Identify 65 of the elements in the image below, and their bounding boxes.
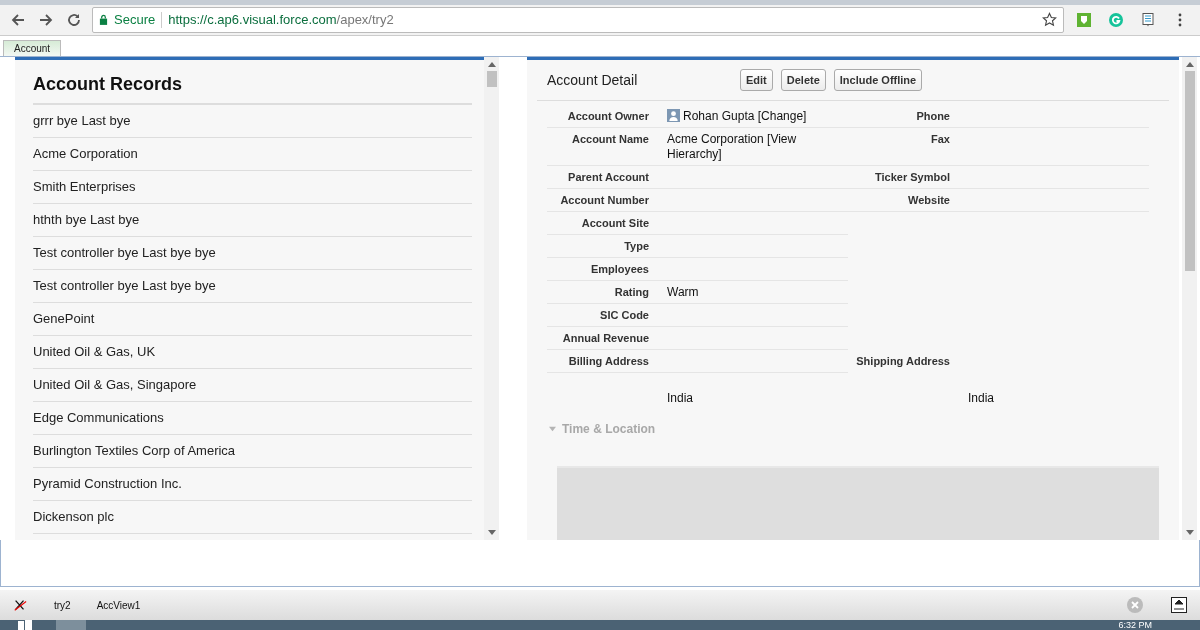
field-value: Acme Corporation [View Hierarchy]: [667, 131, 798, 162]
secure-label: Secure: [114, 12, 156, 28]
record-item[interactable]: United Oil & Gas, Singapore: [33, 368, 472, 402]
address-value: India: [667, 390, 695, 406]
field-label: Parent Account: [567, 169, 650, 185]
scroll-thumb[interactable]: [486, 70, 497, 87]
field-label: Annual Revenue: [561, 330, 650, 346]
record-item[interactable]: Burlington Textiles Corp of America: [33, 434, 472, 468]
x-logo-icon[interactable]: [12, 598, 28, 613]
record-item[interactable]: United Oil & Gas, UK: [33, 335, 472, 369]
reload-icon[interactable]: [66, 11, 82, 28]
scroll-up-icon[interactable]: [1185, 60, 1194, 67]
triangle-icon: [549, 425, 556, 433]
scroll-down-icon[interactable]: [487, 529, 496, 536]
star-icon[interactable]: [1042, 12, 1057, 28]
scrollbar[interactable]: [1182, 56, 1197, 540]
forward-icon[interactable]: [38, 11, 54, 28]
records-title: Account Records: [33, 59, 472, 105]
field-label: Type: [623, 238, 650, 254]
field-label: SIC Code: [599, 307, 650, 323]
scrollbar[interactable]: [484, 56, 499, 540]
address-bar[interactable]: Secure https://c.ap6.visual.force.com/apex/try2: [92, 6, 1064, 33]
detail-title: Account Detail: [547, 71, 639, 88]
action-button[interactable]: Include Offline: [833, 68, 923, 91]
field-label: Ticker Symbol: [874, 169, 951, 185]
record-item[interactable]: Test controller bye Last bye bye: [33, 269, 472, 303]
action-button[interactable]: Delete: [780, 68, 826, 91]
url-text: https://c.ap6.visual.force.com/apex/try2: [168, 12, 395, 28]
account-tab[interactable]: Account: [3, 39, 62, 56]
back-icon[interactable]: [10, 11, 26, 28]
action-button[interactable]: Edit: [740, 68, 773, 91]
clock: 6:32 PM: [1118, 620, 1152, 630]
record-item[interactable]: hthth bye Last bye: [33, 203, 472, 237]
address-value: India: [968, 390, 996, 406]
scroll-thumb[interactable]: [1184, 70, 1195, 271]
field-value: Warm: [667, 284, 699, 300]
field-label: Account Number: [559, 192, 650, 208]
upload-icon[interactable]: [1170, 596, 1188, 615]
field-label: Account Owner: [566, 108, 650, 124]
field-label: Website: [907, 192, 951, 208]
field-label: Fax: [930, 131, 951, 147]
user-avatar-icon: [667, 108, 680, 122]
field-label: Billing Address: [567, 353, 650, 369]
record-item[interactable]: Edge Communications: [33, 401, 472, 435]
record-item[interactable]: GenePoint: [33, 302, 472, 336]
field-label: Phone: [915, 108, 951, 124]
field-label: Employees: [589, 261, 650, 277]
record-item[interactable]: Dickenson plc: [33, 500, 472, 534]
scroll-down-icon[interactable]: [1185, 529, 1194, 536]
page-link[interactable]: AccView1: [96, 599, 141, 611]
record-item[interactable]: Acme Corporation: [33, 137, 472, 171]
shield-extension-icon[interactable]: [1076, 11, 1092, 28]
field-label: Account Name: [570, 131, 650, 147]
record-item[interactable]: Smith Enterprises: [33, 170, 472, 204]
field-label: Account Site: [580, 215, 650, 231]
scroll-up-icon[interactable]: [487, 60, 496, 67]
field-label: Rating: [613, 284, 650, 300]
field-value: Rohan Gupta [Change]: [683, 108, 807, 124]
note-extension-icon[interactable]: [1140, 11, 1156, 28]
record-item[interactable]: grrr bye Last bye: [33, 104, 472, 138]
record-item[interactable]: Test controller bye Last bye bye: [33, 236, 472, 270]
lock-icon: [99, 14, 108, 26]
record-item[interactable]: Pyramid Construction Inc.: [33, 467, 472, 501]
page-link[interactable]: try2: [54, 599, 71, 611]
field-label: Shipping Address: [855, 353, 951, 369]
